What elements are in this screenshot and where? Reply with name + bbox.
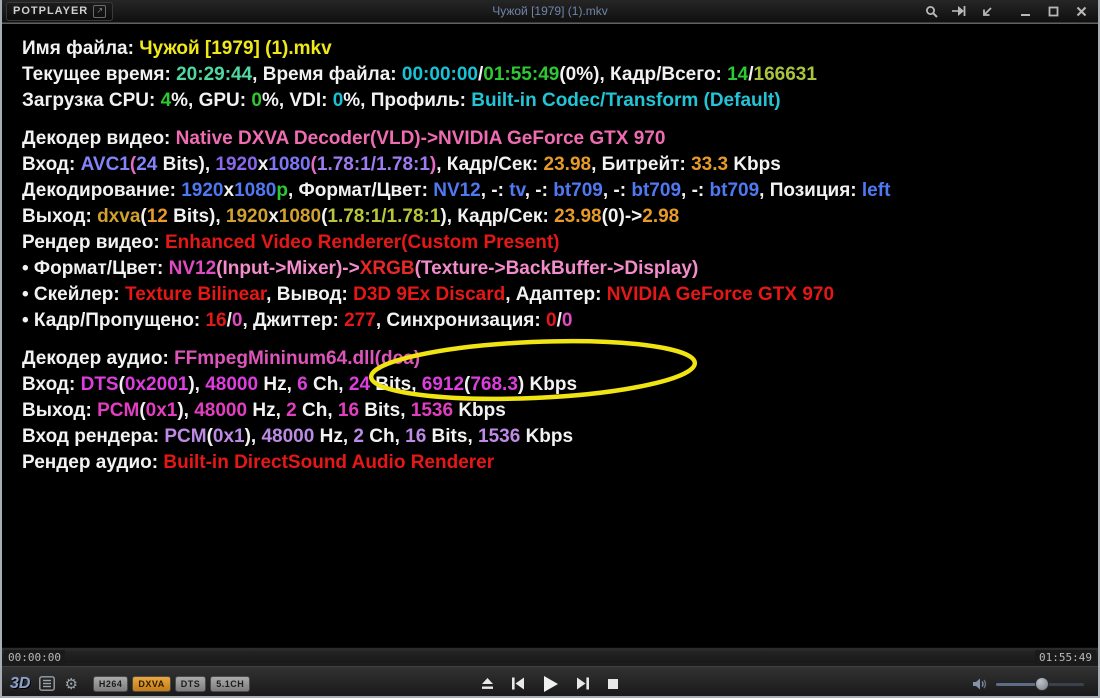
open-eject-button[interactable] bbox=[481, 677, 494, 690]
osd-line: Декодирование: 1920x1080p, Формат/Цвет: … bbox=[22, 178, 1094, 204]
osd-line: Вход: AVC1(24 Bits), 1920x1080(1.78:1/1.… bbox=[22, 152, 1094, 178]
osd-line: Текущее время: 20:29:44, Время файла: 00… bbox=[22, 62, 1094, 88]
codec-badges: H264DXVA DTS5.1CH bbox=[93, 676, 250, 692]
minimize-button[interactable] bbox=[1018, 4, 1032, 18]
next-button[interactable] bbox=[576, 677, 590, 690]
maximize-button[interactable] bbox=[1046, 4, 1060, 18]
osd-line: Рендер аудио: Built-in DirectSound Audio… bbox=[22, 450, 1094, 476]
osd-line: • Скейлер: Texture Bilinear, Вывод: D3D … bbox=[22, 282, 1094, 308]
close-button[interactable] bbox=[1074, 4, 1088, 18]
badge-dts[interactable]: DTS bbox=[175, 676, 207, 692]
search-icon[interactable] bbox=[924, 4, 938, 18]
osd-line: Загрузка CPU: 4%, GPU: 0%, VDI: 0%, Проф… bbox=[22, 88, 1094, 114]
potplayer-logo[interactable]: POTPLAYER ↗ bbox=[6, 2, 113, 21]
badge-h264[interactable]: H264 bbox=[93, 676, 129, 692]
play-button[interactable] bbox=[542, 675, 559, 693]
volume-icon[interactable] bbox=[972, 677, 988, 691]
settings-gear-icon[interactable]: ⚙ bbox=[64, 675, 77, 693]
video-area[interactable]: Имя файла: Чужой [1979] (1).mkvТекущее в… bbox=[2, 23, 1098, 647]
osd-line: Декодер видео: Native DXVA Decoder(VLD)-… bbox=[22, 126, 1094, 152]
expand-icon: ↗ bbox=[93, 5, 106, 18]
potplayer-window: POTPLAYER ↗ Чужой [1979] (1).mkv bbox=[0, 0, 1100, 698]
previous-button[interactable] bbox=[511, 677, 525, 690]
osd-line: Рендер видео: Enhanced Video Renderer(Cu… bbox=[22, 230, 1094, 256]
osd-line: Выход: dxva(12 Bits), 1920x1080(1.78:1/1… bbox=[22, 204, 1094, 230]
3d-mode-button[interactable]: 3D bbox=[10, 675, 30, 693]
osd-line: Вход рендера: PCM(0x1), 48000 Hz, 2 Ch, … bbox=[22, 424, 1094, 450]
osd-line: Декодер аудио: FFmpegMininum64.dll(dca) bbox=[22, 346, 1094, 372]
osd-line: Имя файла: Чужой [1979] (1).mkv bbox=[22, 36, 1094, 62]
control-bar: 3D ⚙ H264DXVA DTS5.1CH bbox=[2, 666, 1098, 698]
brand-text: POTPLAYER bbox=[13, 5, 88, 17]
seekbar[interactable]: 00:00:00 01:55:49 bbox=[2, 647, 1098, 666]
current-time: 00:00:00 bbox=[4, 650, 65, 665]
playlist-icon[interactable] bbox=[39, 676, 55, 691]
titlebar[interactable]: POTPLAYER ↗ Чужой [1979] (1).mkv bbox=[2, 0, 1098, 23]
badge-5.1ch[interactable]: 5.1CH bbox=[210, 676, 250, 692]
osd-line: • Кадр/Пропущено: 16/0, Джиттер: 277, Си… bbox=[22, 308, 1094, 334]
osd-overlay: Имя файла: Чужой [1979] (1).mkvТекущее в… bbox=[22, 36, 1094, 488]
stop-button[interactable] bbox=[607, 678, 619, 690]
volume-slider[interactable] bbox=[996, 677, 1084, 691]
badge-dxva[interactable]: DXVA bbox=[132, 676, 170, 692]
scale-arrow-icon[interactable] bbox=[980, 4, 994, 18]
osd-line: • Формат/Цвет: NV12(Input->Mixer)->XRGB(… bbox=[22, 256, 1094, 282]
osd-line: Выход: PCM(0x1), 48000 Hz, 2 Ch, 16 Bits… bbox=[22, 398, 1094, 424]
seek-track[interactable] bbox=[2, 651, 1098, 663]
osd-line: Вход: DTS(0x2001), 48000 Hz, 6 Ch, 24 Bi… bbox=[22, 372, 1094, 398]
volume-knob[interactable] bbox=[1035, 677, 1049, 691]
total-time: 01:55:49 bbox=[1035, 650, 1096, 665]
pin-icon[interactable] bbox=[952, 4, 966, 18]
